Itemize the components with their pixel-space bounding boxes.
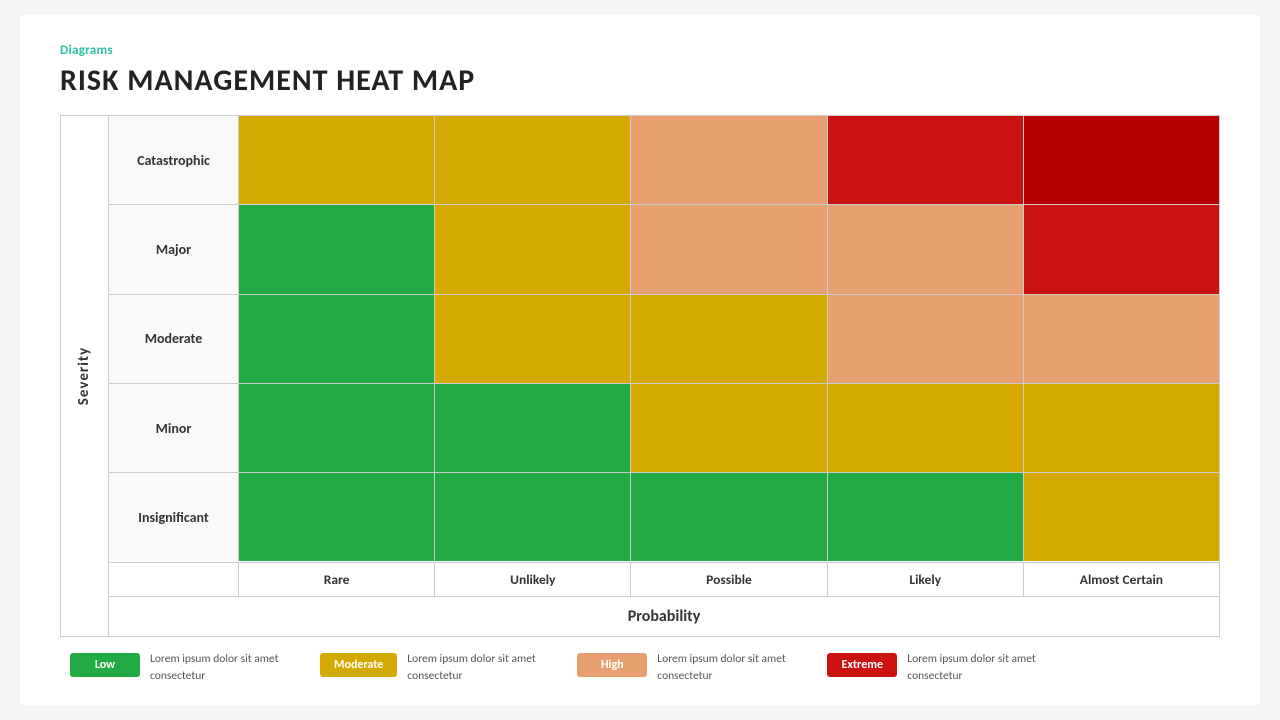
cell-mod-possible — [631, 295, 827, 383]
matrix-right: Catastrophic Major — [109, 116, 1219, 636]
prob-label-rare: Rare — [239, 563, 435, 596]
prob-label-almost-certain: Almost Certain — [1024, 563, 1219, 596]
prob-label-row: Rare Unlikely Possible Likely Almost Cer… — [109, 562, 1219, 596]
cell-min-possible — [631, 384, 827, 472]
severity-label: Severity — [76, 347, 94, 405]
row-cells-major — [239, 205, 1219, 293]
cell-maj-possible — [631, 205, 827, 293]
table-row: Major — [109, 205, 1219, 294]
legend-badge-moderate: Moderate — [320, 653, 397, 677]
prob-label-unlikely: Unlikely — [435, 563, 631, 596]
legend-item-high: High Lorem ipsum dolor sit amet consecte… — [577, 651, 797, 686]
cell-cat-unlikely — [435, 116, 631, 204]
legend-item-moderate: Moderate Lorem ipsum dolor sit amet cons… — [320, 651, 547, 686]
cell-ins-likely — [828, 473, 1024, 561]
row-label-insignificant: Insignificant — [109, 473, 239, 561]
cell-maj-likely — [828, 205, 1024, 293]
row-label-catastrophic: Catastrophic — [109, 116, 239, 204]
cell-cat-almost-certain — [1024, 116, 1219, 204]
risk-matrix: Severity Catastrophic — [60, 115, 1220, 637]
prob-label-possible: Possible — [631, 563, 827, 596]
row-label-major: Major — [109, 205, 239, 293]
row-cells-insignificant — [239, 473, 1219, 561]
cell-maj-unlikely — [435, 205, 631, 293]
table-row: Catastrophic — [109, 116, 1219, 205]
legend-badge-high: High — [577, 653, 647, 677]
legend-item-extreme: Extreme Lorem ipsum dolor sit amet conse… — [827, 651, 1047, 686]
legend-item-low: Low Lorem ipsum dolor sit amet consectet… — [70, 651, 290, 686]
legend-badge-extreme: Extreme — [827, 653, 897, 677]
cell-mod-likely — [828, 295, 1024, 383]
cell-ins-rare — [239, 473, 435, 561]
probability-axis-label: Probability — [109, 596, 1219, 636]
row-cells-moderate — [239, 295, 1219, 383]
cell-mod-almost-certain — [1024, 295, 1219, 383]
legend-text-extreme: Lorem ipsum dolor sit amet consectetur — [907, 651, 1047, 686]
grid-area: Catastrophic Major — [109, 116, 1219, 562]
legend: Low Lorem ipsum dolor sit amet consectet… — [60, 651, 1220, 686]
cell-min-likely — [828, 384, 1024, 472]
cell-ins-possible — [631, 473, 827, 561]
legend-text-high: Lorem ipsum dolor sit amet consectetur — [657, 651, 797, 686]
cell-cat-likely — [828, 116, 1024, 204]
legend-text-moderate: Lorem ipsum dolor sit amet consectetur — [407, 651, 547, 686]
cell-cat-possible — [631, 116, 827, 204]
row-label-minor: Minor — [109, 384, 239, 472]
cell-mod-rare — [239, 295, 435, 383]
cell-maj-rare — [239, 205, 435, 293]
table-row: Insignificant — [109, 473, 1219, 561]
cell-maj-almost-certain — [1024, 205, 1219, 293]
legend-badge-low: Low — [70, 653, 140, 677]
legend-text-low: Lorem ipsum dolor sit amet consectetur — [150, 651, 290, 686]
row-label-moderate: Moderate — [109, 295, 239, 383]
cell-min-almost-certain — [1024, 384, 1219, 472]
prob-labels: Rare Unlikely Possible Likely Almost Cer… — [239, 563, 1219, 596]
page-title: RISK MANAGEMENT HEAT MAP — [60, 62, 1220, 99]
table-row: Moderate — [109, 295, 1219, 384]
severity-label-col: Severity — [61, 116, 109, 636]
cell-ins-unlikely — [435, 473, 631, 561]
cell-ins-almost-certain — [1024, 473, 1219, 561]
cell-mod-unlikely — [435, 295, 631, 383]
cell-cat-rare — [239, 116, 435, 204]
prob-label-spacer — [109, 563, 239, 596]
slide: Diagrams RISK MANAGEMENT HEAT MAP Severi… — [20, 15, 1260, 705]
prob-label-likely: Likely — [828, 563, 1024, 596]
cell-min-unlikely — [435, 384, 631, 472]
row-cells-catastrophic — [239, 116, 1219, 204]
cell-min-rare — [239, 384, 435, 472]
table-row: Minor — [109, 384, 1219, 473]
row-cells-minor — [239, 384, 1219, 472]
section-label: Diagrams — [60, 43, 1220, 58]
